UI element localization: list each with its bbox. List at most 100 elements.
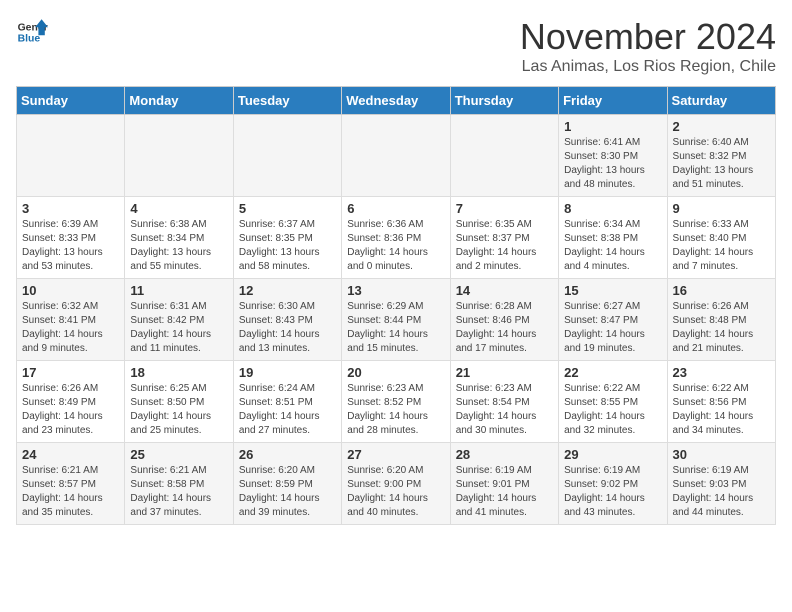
calendar-cell xyxy=(125,115,233,197)
calendar-table: SundayMondayTuesdayWednesdayThursdayFrid… xyxy=(16,86,776,525)
calendar-cell xyxy=(233,115,341,197)
day-detail: Sunrise: 6:33 AM Sunset: 8:40 PM Dayligh… xyxy=(673,218,770,274)
day-detail: Sunrise: 6:19 AM Sunset: 9:03 PM Dayligh… xyxy=(673,464,770,520)
day-number: 24 xyxy=(22,447,119,462)
day-detail: Sunrise: 6:21 AM Sunset: 8:57 PM Dayligh… xyxy=(22,464,119,520)
day-number: 3 xyxy=(22,201,119,216)
day-number: 6 xyxy=(347,201,444,216)
day-detail: Sunrise: 6:32 AM Sunset: 8:41 PM Dayligh… xyxy=(22,300,119,356)
day-number: 4 xyxy=(130,201,227,216)
weekday-header: Sunday xyxy=(17,87,125,115)
calendar-cell xyxy=(450,115,558,197)
calendar-cell: 14 Sunrise: 6:28 AM Sunset: 8:46 PM Dayli… xyxy=(450,279,558,361)
weekday-header: Monday xyxy=(125,87,233,115)
calendar-cell xyxy=(342,115,450,197)
day-detail: Sunrise: 6:20 AM Sunset: 8:59 PM Dayligh… xyxy=(239,464,336,520)
day-number: 19 xyxy=(239,365,336,380)
day-detail: Sunrise: 6:19 AM Sunset: 9:02 PM Dayligh… xyxy=(564,464,661,520)
calendar-cell: 16Sunrise: 6:26 AM Sunset: 8:48 PM Dayli… xyxy=(667,279,775,361)
calendar-week-row: 17 Sunrise: 6:26 AM Sunset: 8:49 PM Dayli… xyxy=(17,361,776,443)
day-number: 17 xyxy=(22,365,119,380)
calendar-cell: 29 Sunrise: 6:19 AM Sunset: 9:02 PM Dayli… xyxy=(559,443,667,525)
calendar-cell: 5 Sunrise: 6:37 AM Sunset: 8:35 PM Daylig… xyxy=(233,197,341,279)
weekday-header: Thursday xyxy=(450,87,558,115)
day-detail: Sunrise: 6:25 AM Sunset: 8:50 PM Dayligh… xyxy=(130,382,227,438)
calendar-cell: 10 Sunrise: 6:32 AM Sunset: 8:41 PM Dayli… xyxy=(17,279,125,361)
calendar-cell: 23Sunrise: 6:22 AM Sunset: 8:56 PM Dayli… xyxy=(667,361,775,443)
day-detail: Sunrise: 6:41 AM Sunset: 8:30 PM Dayligh… xyxy=(564,136,661,192)
calendar-cell: 25Sunrise: 6:21 AM Sunset: 8:58 PM Dayli… xyxy=(125,443,233,525)
day-number: 21 xyxy=(456,365,553,380)
day-detail: Sunrise: 6:31 AM Sunset: 8:42 PM Dayligh… xyxy=(130,300,227,356)
calendar-cell: 3 Sunrise: 6:39 AM Sunset: 8:33 PM Daylig… xyxy=(17,197,125,279)
day-number: 8 xyxy=(564,201,661,216)
weekday-header: Tuesday xyxy=(233,87,341,115)
day-detail: Sunrise: 6:23 AM Sunset: 8:54 PM Dayligh… xyxy=(456,382,553,438)
day-number: 20 xyxy=(347,365,444,380)
day-number: 26 xyxy=(239,447,336,462)
calendar-cell: 19 Sunrise: 6:24 AM Sunset: 8:51 PM Dayli… xyxy=(233,361,341,443)
calendar-cell: 2 Sunrise: 6:40 AM Sunset: 8:32 PM Daylig… xyxy=(667,115,775,197)
day-number: 1 xyxy=(564,119,661,134)
day-detail: Sunrise: 6:29 AM Sunset: 8:44 PM Dayligh… xyxy=(347,300,444,356)
day-detail: Sunrise: 6:34 AM Sunset: 8:38 PM Dayligh… xyxy=(564,218,661,274)
day-number: 25 xyxy=(130,447,227,462)
calendar-cell: 9 Sunrise: 6:33 AM Sunset: 8:40 PM Daylig… xyxy=(667,197,775,279)
day-number: 13 xyxy=(347,283,444,298)
day-detail: Sunrise: 6:40 AM Sunset: 8:32 PM Dayligh… xyxy=(673,136,770,192)
weekday-header: Friday xyxy=(559,87,667,115)
day-number: 12 xyxy=(239,283,336,298)
calendar-cell: 28 Sunrise: 6:19 AM Sunset: 9:01 PM Dayli… xyxy=(450,443,558,525)
calendar-cell: 18 Sunrise: 6:25 AM Sunset: 8:50 PM Dayli… xyxy=(125,361,233,443)
day-number: 29 xyxy=(564,447,661,462)
calendar-cell xyxy=(17,115,125,197)
day-number: 2 xyxy=(673,119,770,134)
calendar-week-row: 10 Sunrise: 6:32 AM Sunset: 8:41 PM Dayli… xyxy=(17,279,776,361)
calendar-cell: 27 Sunrise: 6:20 AM Sunset: 9:00 PM Dayli… xyxy=(342,443,450,525)
svg-text:Blue: Blue xyxy=(18,34,41,45)
day-detail: Sunrise: 6:37 AM Sunset: 8:35 PM Dayligh… xyxy=(239,218,336,274)
title-block: November 2024 Las Animas, Los Rios Regio… xyxy=(520,16,776,76)
calendar-cell: 22 Sunrise: 6:22 AM Sunset: 8:55 PM Dayli… xyxy=(559,361,667,443)
calendar-week-row: 1 Sunrise: 6:41 AM Sunset: 8:30 PM Daylig… xyxy=(17,115,776,197)
calendar-cell: 8 Sunrise: 6:34 AM Sunset: 8:38 PM Daylig… xyxy=(559,197,667,279)
day-detail: Sunrise: 6:28 AM Sunset: 8:46 PM Dayligh… xyxy=(456,300,553,356)
weekday-header: Saturday xyxy=(667,87,775,115)
day-detail: Sunrise: 6:22 AM Sunset: 8:56 PM Dayligh… xyxy=(673,382,770,438)
calendar-cell: 4 Sunrise: 6:38 AM Sunset: 8:34 PM Daylig… xyxy=(125,197,233,279)
weekday-header: Wednesday xyxy=(342,87,450,115)
calendar-cell: 20 Sunrise: 6:23 AM Sunset: 8:52 PM Dayli… xyxy=(342,361,450,443)
day-number: 22 xyxy=(564,365,661,380)
calendar-cell: 30 Sunrise: 6:19 AM Sunset: 9:03 PM Dayli… xyxy=(667,443,775,525)
logo: General Blue xyxy=(16,16,48,48)
day-detail: Sunrise: 6:26 AM Sunset: 8:48 PM Dayligh… xyxy=(673,300,770,356)
day-number: 5 xyxy=(239,201,336,216)
day-detail: Sunrise: 6:22 AM Sunset: 8:55 PM Dayligh… xyxy=(564,382,661,438)
calendar-cell: 11 Sunrise: 6:31 AM Sunset: 8:42 PM Dayli… xyxy=(125,279,233,361)
day-detail: Sunrise: 6:20 AM Sunset: 9:00 PM Dayligh… xyxy=(347,464,444,520)
logo-icon: General Blue xyxy=(16,16,48,48)
day-detail: Sunrise: 6:23 AM Sunset: 8:52 PM Dayligh… xyxy=(347,382,444,438)
calendar-cell: 21 Sunrise: 6:23 AM Sunset: 8:54 PM Dayli… xyxy=(450,361,558,443)
day-number: 30 xyxy=(673,447,770,462)
day-number: 9 xyxy=(673,201,770,216)
day-detail: Sunrise: 6:38 AM Sunset: 8:34 PM Dayligh… xyxy=(130,218,227,274)
day-detail: Sunrise: 6:24 AM Sunset: 8:51 PM Dayligh… xyxy=(239,382,336,438)
day-number: 18 xyxy=(130,365,227,380)
location-subtitle: Las Animas, Los Rios Region, Chile xyxy=(520,58,776,76)
day-detail: Sunrise: 6:26 AM Sunset: 8:49 PM Dayligh… xyxy=(22,382,119,438)
day-detail: Sunrise: 6:35 AM Sunset: 8:37 PM Dayligh… xyxy=(456,218,553,274)
day-detail: Sunrise: 6:39 AM Sunset: 8:33 PM Dayligh… xyxy=(22,218,119,274)
day-number: 14 xyxy=(456,283,553,298)
day-number: 28 xyxy=(456,447,553,462)
day-number: 7 xyxy=(456,201,553,216)
day-detail: Sunrise: 6:19 AM Sunset: 9:01 PM Dayligh… xyxy=(456,464,553,520)
page-header: General Blue November 2024 Las Animas, L… xyxy=(16,16,776,76)
day-number: 11 xyxy=(130,283,227,298)
day-number: 27 xyxy=(347,447,444,462)
day-detail: Sunrise: 6:30 AM Sunset: 8:43 PM Dayligh… xyxy=(239,300,336,356)
calendar-cell: 7 Sunrise: 6:35 AM Sunset: 8:37 PM Daylig… xyxy=(450,197,558,279)
day-number: 10 xyxy=(22,283,119,298)
month-title: November 2024 xyxy=(520,16,776,58)
calendar-cell: 6Sunrise: 6:36 AM Sunset: 8:36 PM Daylig… xyxy=(342,197,450,279)
